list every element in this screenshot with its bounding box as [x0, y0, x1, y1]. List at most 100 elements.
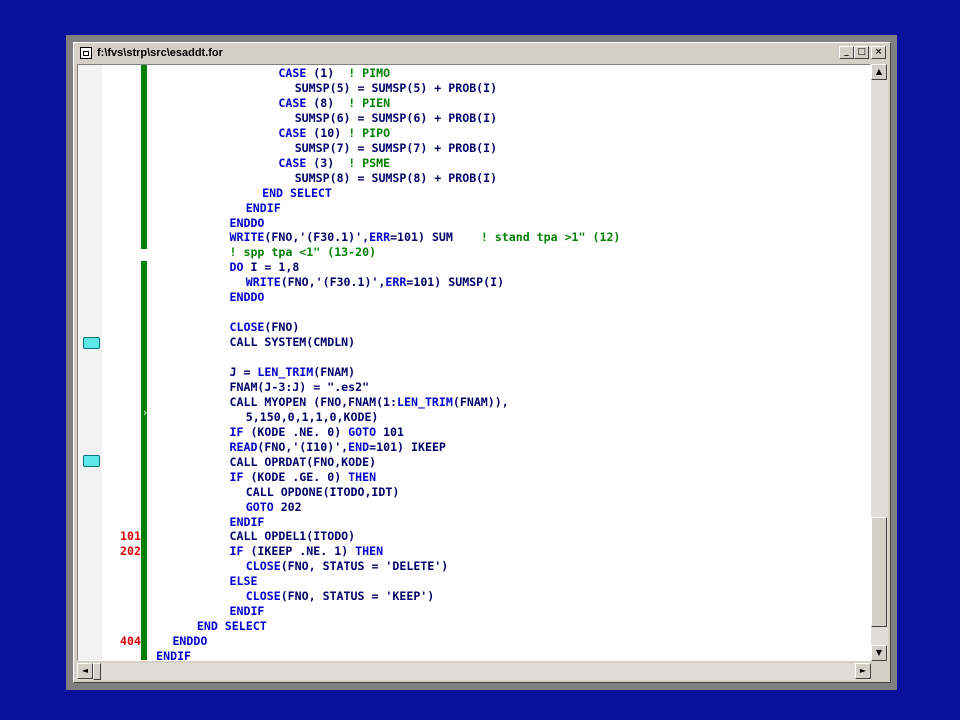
statement-label: 404: [120, 634, 141, 649]
code-text: CALL OPRDAT(FNO,KODE): [229, 454, 377, 469]
code-line[interactable]: SUMSP(5) = SUMSP(5) + PROB(I): [78, 81, 497, 96]
code-line[interactable]: ENDIF: [78, 515, 265, 530]
code-text: ENDDO: [229, 215, 265, 230]
title-bar[interactable]: f:\fvs\strp\src\esaddt.for _ □ ×: [76, 45, 888, 61]
code-text: IF (KODE .NE. 0) GOTO 101: [229, 424, 405, 439]
code-line[interactable]: IF (KODE .NE. 0) GOTO 101: [78, 425, 405, 440]
vertical-scroll-thumb[interactable]: [871, 516, 887, 627]
code-text: CALL OPDEL1(ITODO): [229, 529, 356, 544]
code-text: ENDIF: [156, 649, 192, 661]
code-line[interactable]: WRITE(FNO,'(F30.1)',ERR=101) SUM ! stand…: [78, 230, 621, 245]
code-line[interactable]: CASE (8) ! PIEN: [78, 96, 390, 111]
code-line[interactable]: 101 CALL OPDEL1(ITODO): [78, 529, 355, 544]
code-line[interactable]: END SELECT: [78, 186, 332, 201]
code-line[interactable]: IF (KODE .GE. 0) THEN: [78, 470, 377, 485]
code-line[interactable]: READ(FNO,'(I10)',END=101) IKEEP: [78, 440, 446, 455]
code-text: GOTO 202: [245, 499, 302, 514]
code-line[interactable]: FNAM(J-3:J) = ".es2": [78, 380, 370, 395]
code-text: CLOSE(FNO, STATUS = 'KEEP'): [245, 589, 435, 604]
code-line[interactable]: J = LEN_TRIM(FNAM): [78, 365, 356, 380]
scroll-up-button[interactable]: ▲: [871, 64, 887, 80]
code-line[interactable]: CALL OPRDAT(FNO,KODE): [78, 455, 377, 470]
code-text: READ(FNO,'(I10)',END=101) IKEEP: [229, 439, 446, 454]
code-text: ENDIF: [245, 200, 281, 215]
code-text: WRITE(FNO,'(F30.1)',ERR=101) SUM ! stand…: [229, 230, 621, 245]
code-line[interactable]: END SELECT: [78, 619, 267, 634]
horizontal-scrollbar[interactable]: ◄ ►: [77, 663, 871, 680]
code-text: END SELECT: [196, 619, 267, 634]
fold-indicator[interactable]: ›: [143, 406, 147, 419]
code-text: CASE (1) ! PIMO: [278, 66, 391, 80]
code-text: SUMSP(6) = SUMSP(6) + PROB(I): [294, 110, 498, 125]
change-bar: [141, 261, 147, 660]
code-line[interactable]: CLOSE(FNO, STATUS = 'DELETE'): [78, 559, 448, 574]
code-line[interactable]: CALL SYSTEM(CMDLN): [78, 335, 356, 350]
code-line[interactable]: GOTO 202: [78, 500, 302, 515]
code-line[interactable]: [78, 350, 141, 365]
scroll-right-button[interactable]: ►: [855, 663, 871, 679]
window-controls: _ □ ×: [839, 46, 886, 59]
code-line[interactable]: CALL MYOPEN (FNO,FNAM(1:LEN_TRIM(FNAM)),: [78, 395, 509, 410]
scroll-left-button[interactable]: ◄: [77, 663, 93, 679]
minimize-button[interactable]: _: [839, 46, 854, 59]
code-text: IF (IKEEP .NE. 1) THEN: [229, 544, 384, 559]
code-line[interactable]: SUMSP(8) = SUMSP(8) + PROB(I): [78, 171, 497, 186]
maximize-button[interactable]: □: [854, 46, 869, 59]
close-button[interactable]: ×: [871, 46, 886, 59]
code-text: CALL OPDONE(ITODO,IDT): [245, 484, 400, 499]
code-line[interactable]: ENDDO: [78, 290, 265, 305]
change-bar: [141, 65, 147, 249]
code-line[interactable]: 202 IF (IKEEP .NE. 1) THEN: [78, 544, 383, 559]
code-text: END SELECT: [262, 185, 332, 200]
code-line[interactable]: SUMSP(6) = SUMSP(6) + PROB(I): [78, 111, 497, 126]
code-line[interactable]: ENDIF: [78, 604, 265, 619]
code-text: ENDDO: [172, 634, 208, 649]
code-text: ELSE: [229, 574, 258, 589]
window-title: f:\fvs\strp\src\esaddt.for: [97, 47, 223, 59]
code-line[interactable]: SUMSP(7) = SUMSP(7) + PROB(I): [78, 141, 497, 156]
code-text: CASE (8) ! PIEN: [278, 95, 391, 110]
code-text: SUMSP(5) = SUMSP(5) + PROB(I): [294, 80, 498, 95]
code-text: CASE (3) ! PSME: [278, 155, 391, 170]
code-text: CALL SYSTEM(CMDLN): [229, 335, 356, 350]
code-editor[interactable]: › CASE (1) ! PIMO SUMSP(5) = SUMSP(5) + P…: [77, 64, 871, 661]
code-line[interactable]: ! spp tpa <1" (13-20): [78, 245, 377, 260]
code-text: ENDDO: [229, 290, 265, 305]
code-text: ENDIF: [229, 514, 265, 529]
code-text: CALL MYOPEN (FNO,FNAM(1:LEN_TRIM(FNAM)),: [229, 394, 509, 409]
code-text: DO I = 1,8: [229, 260, 300, 275]
code-line[interactable]: ELSE: [78, 574, 258, 589]
statement-label: 101: [120, 529, 141, 544]
code-line[interactable]: CALL OPDONE(ITODO,IDT): [78, 485, 400, 500]
code-line[interactable]: CLOSE(FNO): [78, 320, 300, 335]
scroll-down-button[interactable]: ▼: [871, 645, 887, 661]
code-line[interactable]: CLOSE(FNO, STATUS = 'KEEP'): [78, 589, 434, 604]
code-line[interactable]: CASE (3) ! PSME: [78, 156, 390, 171]
code-line[interactable]: DO I = 1,8: [78, 260, 300, 275]
vertical-scrollbar[interactable]: ▲ ▼: [871, 64, 888, 661]
horizontal-scroll-thumb[interactable]: [93, 663, 101, 680]
code-text: WRITE(FNO,'(F30.1)',ERR=101) SUMSP(I): [245, 275, 505, 290]
code-text: CLOSE(FNO): [229, 320, 300, 335]
statement-label: 202: [120, 544, 141, 559]
code-line[interactable]: ENDIF: [78, 649, 191, 660]
code-text: IF (KODE .GE. 0) THEN: [229, 469, 377, 484]
code-text: 5,150,0,1,1,0,KODE): [245, 409, 379, 424]
code-line[interactable]: [78, 305, 141, 320]
code-line[interactable]: 404 ENDDO: [78, 634, 207, 649]
code-line[interactable]: 5,150,0,1,1,0,KODE): [78, 410, 379, 425]
editor-window: f:\fvs\strp\src\esaddt.for _ □ × › CASE …: [73, 42, 891, 683]
code-text: SUMSP(7) = SUMSP(7) + PROB(I): [294, 140, 498, 155]
code-line[interactable]: ENDIF: [78, 201, 281, 216]
code-text: FNAM(J-3:J) = ".es2": [229, 379, 370, 394]
code-text: SUMSP(8) = SUMSP(8) + PROB(I): [294, 170, 498, 185]
code-text: ENDIF: [229, 604, 265, 619]
code-text: CLOSE(FNO, STATUS = 'DELETE'): [245, 559, 449, 574]
code-line[interactable]: ENDDO: [78, 216, 265, 231]
document-icon[interactable]: [80, 47, 92, 59]
code-text: CASE (10) ! PIPO: [278, 125, 391, 140]
code-text: ! spp tpa <1" (13-20): [229, 245, 377, 260]
code-line[interactable]: WRITE(FNO,'(F30.1)',ERR=101) SUMSP(I): [78, 275, 504, 290]
code-line[interactable]: CASE (1) ! PIMO: [78, 66, 390, 81]
code-line[interactable]: CASE (10) ! PIPO: [78, 126, 390, 141]
